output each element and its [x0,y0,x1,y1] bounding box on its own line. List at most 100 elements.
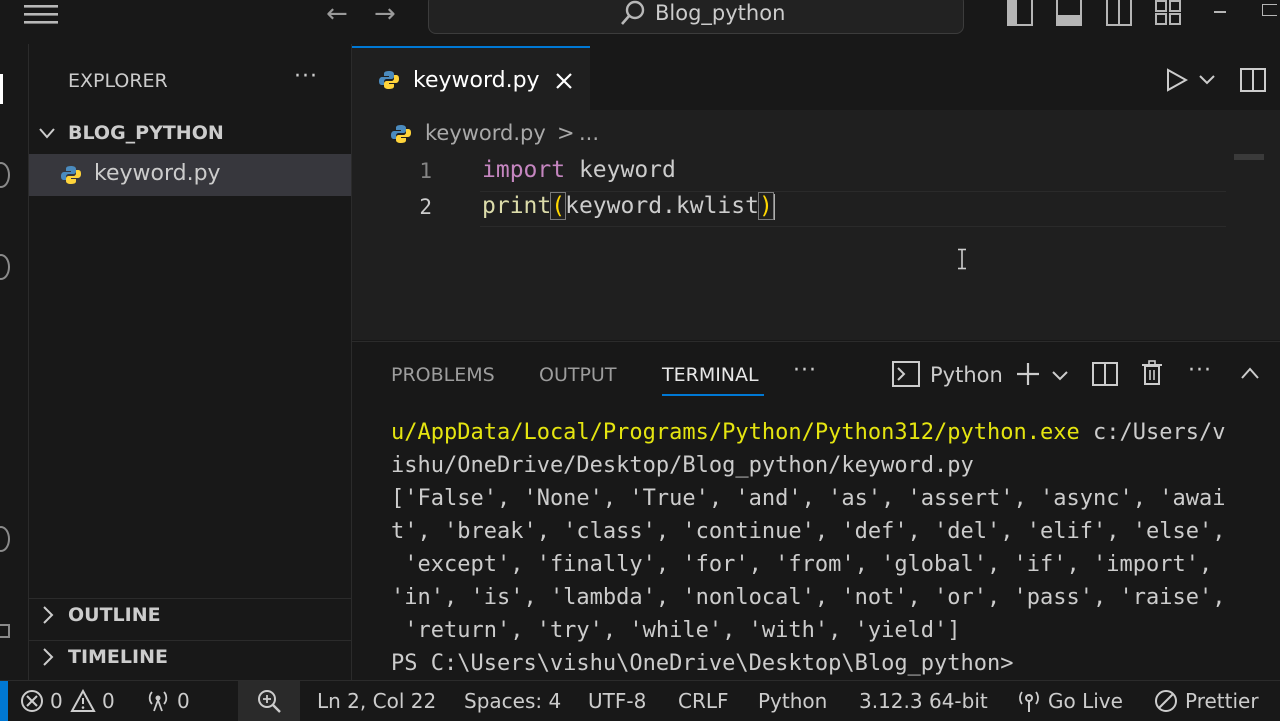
encoding[interactable]: UTF-8 [588,689,646,713]
prettier-label: Prettier [1185,689,1259,713]
terminal-prompt: PS C:\Users\vishu\OneDrive\Desktop\Blog_… [391,651,1014,676]
prettier-button[interactable]: Prettier [1152,681,1272,721]
warning-icon [70,689,96,712]
command-center-search[interactable]: Blog_python [428,0,964,34]
terminal-exe-path: u/AppData/Local/Programs/Python/Python31… [391,420,1080,445]
toggle-panel-icon[interactable] [1056,0,1082,26]
error-icon [21,690,43,712]
explorer-more-icon[interactable]: ··· [294,64,318,89]
cursor-position[interactable]: Ln 2, Col 22 [317,689,436,713]
breadcrumb-more[interactable]: ... [579,121,599,145]
menu-icon[interactable] [24,4,58,24]
file-item-keyword-py[interactable]: keyword.py [29,154,351,196]
toggle-secondary-sidebar-icon[interactable] [1106,0,1132,26]
terminal-line: 'in', 'is', 'lambda', 'nonlocal', 'not',… [391,585,1226,610]
active-tab-indicator [662,394,764,396]
search-activity-icon[interactable] [0,162,10,188]
tab-terminal[interactable]: TERMINAL [662,364,759,386]
tab-label: keyword.py [413,68,540,93]
line-number: 2 [419,195,432,219]
bracket-open: ( [550,192,567,220]
minimap[interactable] [1234,154,1264,160]
terminal-icon [892,361,920,387]
close-icon[interactable] [555,72,573,90]
chevron-down-icon[interactable] [1199,74,1215,86]
split-terminal-icon[interactable] [1092,362,1118,386]
chevron-right-icon [43,606,54,624]
chevron-down-icon [39,128,55,139]
text-cursor [772,193,775,220]
go-live-button[interactable]: Go Live [1016,681,1126,721]
explorer-sidebar: EXPLORER ··· BLOG_PYTHON keyword.py OUTL… [29,44,352,680]
folder-header[interactable]: BLOG_PYTHON [29,118,351,150]
zoom-icon [258,690,281,713]
run-icon[interactable] [1166,68,1188,92]
function-token: print [482,193,552,219]
python-interpreter[interactable]: 3.12.3 64-bit [859,689,988,713]
indentation[interactable]: Spaces: 4 [464,689,561,713]
back-arrow-icon[interactable]: ← [326,0,348,28]
accounts-icon[interactable] [0,624,10,638]
breadcrumb-file[interactable]: keyword.py [425,121,546,145]
terminal-shell-name[interactable]: Python [930,363,1003,387]
code-line-2: print(keyword.kwlist) [482,192,775,220]
language-mode[interactable]: Python [758,689,827,713]
terminal-line: 'except', 'finally', 'for', 'from', 'glo… [391,552,1213,577]
activity-bar [0,44,29,680]
terminal-output[interactable]: u/AppData/Local/Programs/Python/Python31… [391,416,1225,680]
customize-layout-icon[interactable] [1155,0,1183,26]
python-file-icon [379,71,399,89]
go-live-label: Go Live [1048,689,1123,713]
search-label: Blog_python [655,1,786,25]
identifier-token: keyword [565,157,676,183]
python-file-icon [61,166,81,184]
terminal-line: u/AppData/Local/Programs/Python/Python31… [391,416,1225,449]
outline-section[interactable]: OUTLINE [29,600,351,630]
text-cursor-pointer-icon [958,248,966,270]
prohibited-icon [1155,690,1177,712]
terminal-line: ['False', 'None', 'True', 'and', 'as', '… [391,486,1226,511]
extensions-icon[interactable] [0,526,10,552]
panel-more-icon[interactable]: ··· [793,358,817,383]
tab-output[interactable]: OUTPUT [539,364,616,386]
source-control-icon[interactable] [0,254,10,280]
section-divider [29,598,351,599]
section-divider [29,640,351,641]
explorer-title: EXPLORER [68,70,168,92]
chevron-right-icon [43,648,54,666]
timeline-title: TIMELINE [68,646,168,668]
tab-problems[interactable]: PROBLEMS [391,364,495,386]
terminal-more-icon[interactable]: ··· [1188,358,1212,383]
search-icon [621,0,645,25]
warning-count: 0 [102,689,115,713]
new-terminal-icon[interactable] [1015,361,1041,387]
end-of-line[interactable]: CRLF [678,689,729,713]
breadcrumb-separator: > [557,121,575,145]
title-bar: ← → Blog_python [0,0,1280,44]
remote-indicator[interactable] [0,681,8,721]
zoom-status[interactable] [238,681,300,721]
maximize-icon[interactable] [1262,4,1277,16]
toggle-primary-sidebar-icon[interactable] [1007,0,1033,26]
chevron-down-icon[interactable] [1052,370,1068,382]
keyword-token: import [482,157,566,183]
trash-icon[interactable] [1141,360,1163,386]
editor-tab-keyword-py[interactable]: keyword.py [352,46,590,110]
bottom-panel: PROBLEMS OUTPUT TERMINAL ··· Python ··· … [352,341,1280,681]
terminal-line: 'return', 'try', 'while', 'with', 'yield… [391,618,961,643]
minimize-icon[interactable] [1214,11,1226,13]
terminal-line: t', 'break', 'class', 'continue', 'def',… [391,519,1226,544]
terminal-line: ishu/OneDrive/Desktop/Blog_python/keywor… [391,453,974,478]
timeline-section[interactable]: TIMELINE [29,642,351,672]
editor-tab-bar: keyword.py [352,44,1280,111]
code-editor[interactable]: keyword.py > ... 1 2 import keyword prin… [352,110,1280,340]
problems-status[interactable]: 0 0 0 [8,681,200,721]
chevron-up-icon[interactable] [1240,366,1260,380]
forward-arrow-icon[interactable]: → [374,0,396,28]
code-line-1: import keyword [482,157,676,183]
line-number: 1 [419,159,432,183]
split-editor-icon[interactable] [1240,68,1266,92]
status-bar: 0 0 0 Ln 2, Col 22 Spaces: 4 UTF-8 CRLF … [0,680,1280,721]
explorer-active-indicator [0,74,3,104]
terminal-arg: c:/Users/v [1079,420,1226,445]
